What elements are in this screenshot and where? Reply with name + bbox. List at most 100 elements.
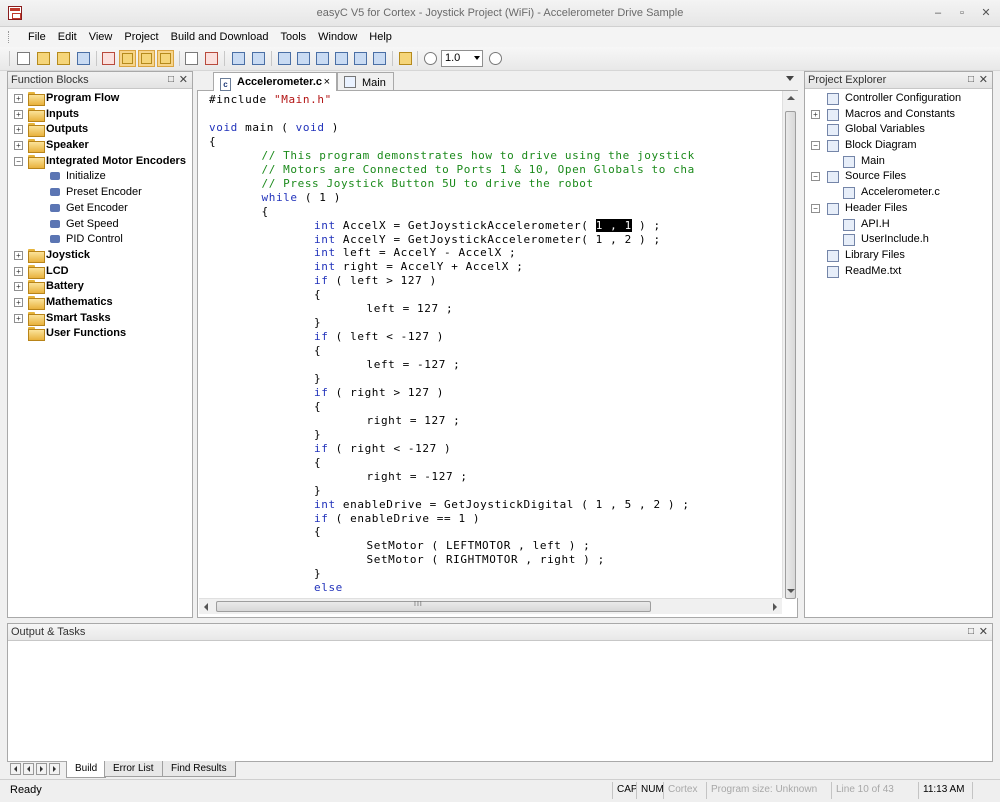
code-line[interactable]: { bbox=[314, 456, 321, 469]
code-line[interactable]: // Press Joystick Button 5U to drive the… bbox=[262, 177, 594, 190]
window-view-icon[interactable] bbox=[100, 50, 117, 67]
expand-icon[interactable]: + bbox=[14, 250, 23, 260]
code-line[interactable]: { bbox=[262, 205, 269, 218]
expand-icon[interactable]: + bbox=[811, 109, 820, 119]
code-line[interactable]: else bbox=[314, 581, 343, 594]
collapse-icon[interactable]: − bbox=[14, 156, 23, 166]
code-line[interactable]: int AccelY = GetJoystickAccelerometer( 1… bbox=[314, 233, 661, 246]
block-icon-4[interactable] bbox=[352, 50, 369, 67]
zoom-in-icon[interactable] bbox=[422, 50, 439, 67]
code-line[interactable]: while ( 1 ) bbox=[262, 191, 341, 204]
project-item[interactable]: − Header Files bbox=[809, 201, 990, 217]
code-line[interactable]: SetMotor ( RIGHTMOTOR , right ) ; bbox=[367, 553, 605, 566]
block-icon-1[interactable] bbox=[295, 50, 312, 67]
menu-window[interactable]: Window bbox=[312, 30, 363, 44]
pin-icon[interactable]: □ bbox=[968, 626, 974, 637]
last-tab-icon[interactable] bbox=[49, 763, 60, 775]
tools-icon[interactable] bbox=[183, 50, 200, 67]
project-item[interactable]: Controller Configuration bbox=[809, 91, 990, 107]
code-line[interactable]: right = 127 ; bbox=[367, 414, 461, 427]
code-line[interactable]: } bbox=[314, 316, 321, 329]
terminal-icon[interactable] bbox=[276, 50, 293, 67]
expand-icon[interactable]: + bbox=[14, 297, 23, 307]
function-block-item[interactable]: + Joystick bbox=[12, 248, 190, 264]
tab-build[interactable]: Build bbox=[66, 761, 107, 778]
horizontal-scroll-thumb[interactable] bbox=[216, 601, 651, 612]
project-item[interactable]: ReadMe.txt bbox=[809, 264, 990, 280]
function-block-subitem[interactable]: PID Control bbox=[12, 232, 190, 248]
open-folder-icon[interactable] bbox=[55, 50, 72, 67]
tab-list-dropdown-icon[interactable] bbox=[786, 76, 794, 81]
menu-tools[interactable]: Tools bbox=[274, 30, 312, 44]
code-line[interactable]: } bbox=[314, 567, 321, 580]
download-icon[interactable] bbox=[203, 50, 220, 67]
menu-help[interactable]: Help bbox=[363, 30, 398, 44]
tab-main[interactable]: Main bbox=[337, 72, 394, 91]
code-line[interactable]: int AccelX = GetJoystickAccelerometer( 1… bbox=[314, 218, 661, 232]
expand-icon[interactable]: + bbox=[14, 125, 23, 135]
project-item[interactable]: UserInclude.h bbox=[809, 232, 990, 248]
vertical-scroll-thumb[interactable] bbox=[785, 111, 796, 599]
function-block-subitem[interactable]: Initialize bbox=[12, 169, 190, 185]
collapse-icon[interactable]: − bbox=[811, 172, 820, 182]
tab-accelerometer-c[interactable]: c Accelerometer.c × bbox=[213, 72, 337, 92]
code-line[interactable]: { bbox=[314, 525, 321, 538]
project-item[interactable]: Accelerometer.c bbox=[809, 185, 990, 201]
function-block-item[interactable]: + Program Flow bbox=[12, 91, 190, 107]
function-block-item[interactable]: + Speaker bbox=[12, 138, 190, 154]
build-icon[interactable] bbox=[397, 50, 414, 67]
code-line[interactable]: #include "Main.h" bbox=[209, 93, 332, 106]
prev-tab-icon[interactable] bbox=[23, 763, 34, 775]
expand-icon[interactable]: + bbox=[14, 141, 23, 151]
minimize-button[interactable]: – bbox=[930, 6, 946, 20]
output-toggle-icon[interactable] bbox=[157, 50, 174, 67]
block-icon-3[interactable] bbox=[333, 50, 350, 67]
restore-button[interactable]: ▫ bbox=[954, 6, 970, 20]
pin-icon[interactable]: □ bbox=[168, 74, 174, 85]
new-file-icon[interactable] bbox=[15, 50, 32, 67]
collapse-icon[interactable]: − bbox=[811, 203, 820, 213]
expand-icon[interactable]: + bbox=[14, 109, 23, 119]
project-item[interactable]: − Source Files bbox=[809, 169, 990, 185]
menu-file[interactable]: File bbox=[22, 30, 52, 44]
project-item[interactable]: Main bbox=[809, 154, 990, 170]
code-line[interactable]: { bbox=[314, 344, 321, 357]
menu-edit[interactable]: Edit bbox=[52, 30, 83, 44]
scroll-right-icon[interactable] bbox=[773, 603, 777, 611]
code-line[interactable]: if ( right < -127 ) bbox=[314, 442, 451, 455]
block-icon-5[interactable] bbox=[371, 50, 388, 67]
resize-grip[interactable] bbox=[972, 782, 1000, 799]
function-block-item[interactable]: − Integrated Motor Encoders bbox=[12, 154, 190, 170]
function-block-item[interactable]: + Smart Tasks bbox=[12, 311, 190, 327]
code-editor[interactable]: #include "Main.h" void main ( void ){// T… bbox=[199, 91, 782, 598]
code-line[interactable]: int enableDrive = GetJoystickDigital ( 1… bbox=[314, 498, 690, 511]
zoom-out-icon[interactable] bbox=[487, 50, 504, 67]
function-block-item[interactable]: + Mathematics bbox=[12, 295, 190, 311]
function-block-item[interactable]: User Functions bbox=[12, 326, 190, 342]
project-explorer-toggle-icon[interactable] bbox=[138, 50, 155, 67]
project-item[interactable]: + Macros and Constants bbox=[809, 107, 990, 123]
align-left-icon[interactable] bbox=[230, 50, 247, 67]
collapse-icon[interactable]: − bbox=[811, 141, 820, 151]
code-line[interactable]: if ( left > 127 ) bbox=[314, 274, 437, 287]
scroll-down-icon[interactable] bbox=[787, 589, 795, 593]
menu-grip[interactable] bbox=[8, 31, 11, 43]
project-item[interactable]: Library Files bbox=[809, 248, 990, 264]
close-icon[interactable]: ✕ bbox=[179, 73, 188, 86]
function-block-subitem[interactable]: Preset Encoder bbox=[12, 185, 190, 201]
next-tab-icon[interactable] bbox=[36, 763, 47, 775]
code-line[interactable]: if ( left < -127 ) bbox=[314, 330, 444, 343]
scroll-left-icon[interactable] bbox=[204, 603, 208, 611]
code-line[interactable]: } bbox=[314, 428, 321, 441]
tab-find-results[interactable]: Find Results bbox=[162, 761, 236, 777]
code-line[interactable]: { bbox=[209, 135, 216, 148]
block-icon-2[interactable] bbox=[314, 50, 331, 67]
zoom-select[interactable]: 1.0 bbox=[441, 50, 483, 67]
code-line[interactable]: if ( enableDrive == 1 ) bbox=[314, 512, 480, 525]
code-line[interactable]: { bbox=[314, 288, 321, 301]
function-block-subitem[interactable]: Get Speed bbox=[12, 217, 190, 233]
code-line[interactable]: left = 127 ; bbox=[367, 302, 454, 315]
code-line[interactable]: if ( right > 127 ) bbox=[314, 386, 444, 399]
code-line[interactable]: } bbox=[314, 484, 321, 497]
menu-project[interactable]: Project bbox=[118, 30, 164, 44]
